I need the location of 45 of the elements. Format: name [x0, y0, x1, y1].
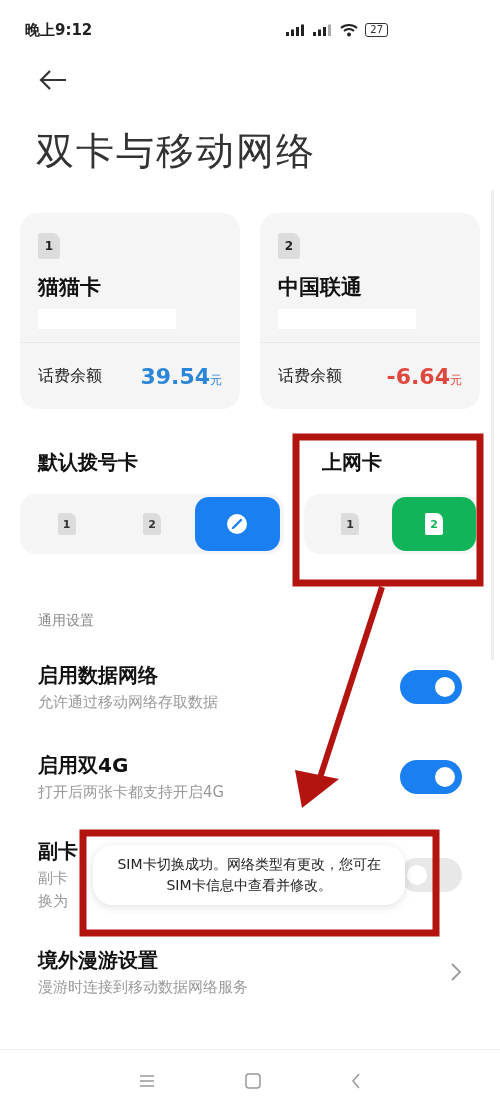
setting-description: 换为	[38, 892, 69, 911]
setting-description: 允许通过移动网络存取数据	[38, 693, 218, 712]
section-label: 通用设置	[38, 612, 95, 630]
sim-option[interactable]: 2	[109, 497, 195, 551]
compass-icon	[226, 513, 249, 535]
home-icon[interactable]	[245, 1072, 261, 1089]
toggle-switch[interactable]	[400, 760, 462, 794]
status-time: 晚上9:12	[25, 20, 93, 40]
setting-description: 副卡	[38, 869, 69, 888]
battery-icon: 27	[365, 23, 388, 37]
page-title: 双卡与移动网络	[36, 128, 317, 175]
menu-icon[interactable]	[139, 1073, 155, 1088]
balance-amount: -6.64元	[386, 363, 462, 389]
selector-title: 默认拨号卡	[38, 449, 139, 476]
setting-title: 副卡	[38, 838, 78, 865]
sim-option[interactable]: 1	[308, 497, 392, 551]
chevron-right-icon	[450, 962, 462, 982]
sim-card-panel[interactable]: 1 猫猫卡 话费余额 39.54元	[20, 213, 240, 409]
setting-description: 打开后两张卡都支持开启4G	[38, 783, 225, 802]
sim-card-icon: 2	[143, 513, 161, 535]
selector-title: 上网卡	[322, 449, 383, 476]
sim-option[interactable]	[194, 497, 280, 551]
signal-icon	[286, 24, 307, 36]
wifi-icon	[340, 23, 359, 37]
sim-slot-icon: 1	[38, 233, 60, 259]
sim-card-panel[interactable]: 2 中国联通 话费余额 -6.64元	[260, 213, 480, 409]
setting-description: 漫游时连接到移动数据网络服务	[38, 978, 248, 997]
signal-icon	[313, 24, 334, 36]
setting-title: 启用数据网络	[38, 662, 159, 689]
back-icon[interactable]	[351, 1072, 361, 1089]
toggle-switch[interactable]	[400, 670, 462, 704]
setting-title: 启用双4G	[38, 752, 130, 779]
carrier-name: 中国联通	[278, 274, 363, 301]
setting-title: 境外漫游设置	[38, 947, 159, 974]
back-arrow-icon[interactable]	[38, 68, 68, 92]
balance-amount: 39.54元	[140, 363, 222, 389]
sim-card-icon: 2	[425, 513, 443, 535]
sim-option[interactable]: 1	[24, 497, 110, 551]
balance-label: 话费余额	[278, 365, 342, 387]
toast-message: SIM卡切换成功。网络类型有更改，您可在 SIM卡信息中查看并修改。	[93, 845, 405, 905]
sim-card-icon: 1	[341, 513, 359, 535]
balance-label: 话费余额	[38, 365, 102, 387]
sim-slot-icon: 2	[278, 233, 300, 259]
carrier-name: 猫猫卡	[38, 274, 102, 301]
sim-card-icon: 1	[57, 513, 76, 535]
